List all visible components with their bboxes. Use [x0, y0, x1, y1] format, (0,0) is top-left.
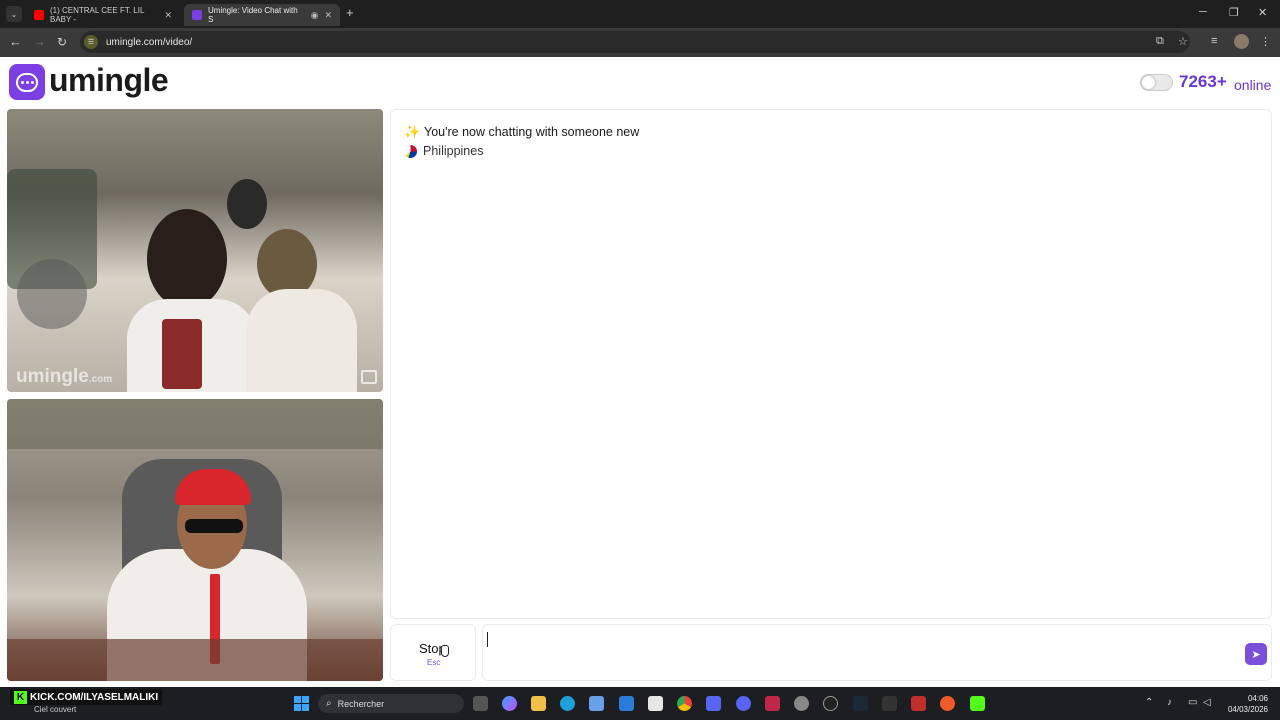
- browser-tab-bar: ⌄ (1) CENTRAL CEE FT. LIL BABY - ✕ Uming…: [0, 0, 1280, 28]
- windows-taskbar: K KICK.COM/ILYASELMALIKI Ciel couvert ⌕ …: [0, 687, 1280, 720]
- tray-chevron-icon[interactable]: ⌃: [1145, 697, 1153, 708]
- chat-status-text: You're now chatting with someone new: [424, 125, 640, 139]
- self-video: [7, 399, 383, 681]
- taskbar-clock[interactable]: 04:06 04/03/2026: [1222, 693, 1268, 715]
- search-icon: ⌕: [326, 698, 332, 709]
- discord-icon[interactable]: [736, 696, 751, 711]
- streamer-app-icon[interactable]: [911, 696, 926, 711]
- gamepad-icon[interactable]: [706, 696, 721, 711]
- restore-icon[interactable]: ❐: [1229, 6, 1239, 19]
- text-caret: [487, 632, 488, 647]
- theme-toggle[interactable]: [1140, 74, 1173, 91]
- reading-list-icon[interactable]: ≡: [1211, 35, 1217, 47]
- profile-avatar[interactable]: [1234, 34, 1249, 49]
- stream-banner: K KICK.COM/ILYASELMALIKI: [10, 689, 163, 705]
- umingle-favicon-icon: [192, 10, 202, 20]
- country-text: Philippines: [423, 144, 484, 158]
- volume-icon[interactable]: ◁: [1203, 697, 1211, 708]
- stream-banner-text: KICK.COM/ILYASELMALIKI: [30, 691, 159, 703]
- youtube-favicon-icon: [34, 10, 44, 20]
- windows-start-icon[interactable]: [294, 696, 309, 711]
- translate-icon[interactable]: ⧉: [1156, 35, 1164, 48]
- logo-text[interactable]: umingle: [49, 62, 169, 99]
- kick-logo-icon: K: [14, 690, 27, 704]
- store-icon[interactable]: [589, 696, 604, 711]
- clock-date: 04/03/2026: [1227, 705, 1268, 714]
- send-arrow-icon: ➤: [1251, 648, 1261, 661]
- video-watermark: umingle.com: [16, 366, 113, 387]
- chrome-icon[interactable]: [677, 696, 692, 711]
- minimize-icon[interactable]: ─: [1199, 6, 1207, 18]
- weather-text[interactable]: Ciel couvert: [34, 705, 76, 714]
- site-info-icon[interactable]: ☰: [84, 35, 98, 49]
- microphone-icon[interactable]: ♪: [1167, 697, 1172, 708]
- steam-icon[interactable]: [853, 696, 868, 711]
- bookmark-star-icon[interactable]: ☆: [1178, 35, 1188, 48]
- stop-button[interactable]: Stop Esc: [390, 624, 476, 681]
- chat-country-line: Philippines: [404, 144, 483, 158]
- mail-icon[interactable]: [619, 696, 634, 711]
- app-icon[interactable]: [794, 696, 809, 711]
- forward-arrow-icon[interactable]: →: [33, 34, 46, 50]
- back-arrow-icon[interactable]: ←: [9, 34, 22, 50]
- umingle-logo-icon[interactable]: [9, 64, 45, 100]
- task-view-icon[interactable]: [473, 696, 488, 711]
- recording-indicator-icon: ◉: [310, 9, 319, 20]
- philippines-flag-icon: [404, 144, 417, 158]
- network-icon[interactable]: ▭: [1188, 697, 1197, 708]
- online-label: online: [1234, 77, 1272, 93]
- reload-icon[interactable]: ↻: [57, 34, 67, 50]
- address-bar[interactable]: ☰ umingle.com/video/: [80, 31, 1190, 53]
- camera-app-icon[interactable]: [648, 696, 663, 711]
- close-tab-icon[interactable]: ✕: [164, 10, 172, 21]
- report-flag-icon[interactable]: [361, 370, 377, 384]
- chat-status-line: ✨ You're now chatting with someone new: [404, 124, 640, 140]
- send-button[interactable]: ➤: [1245, 643, 1267, 665]
- stop-shortcut-hint: Esc: [427, 658, 441, 667]
- clock-time: 04:06: [1247, 694, 1268, 703]
- close-window-icon[interactable]: ✕: [1258, 6, 1267, 19]
- online-count: 7263+: [1179, 72, 1227, 91]
- url-text: umingle.com/video/: [106, 36, 193, 48]
- tab-umingle[interactable]: Umingle: Video Chat with S ◉ ✕: [184, 4, 340, 26]
- browser-toolbar: ← → ↻ ☰ umingle.com/video/ ⧉ ☆ ≡ ⋮: [0, 28, 1280, 57]
- menu-kebab-icon[interactable]: ⋮: [1260, 35, 1271, 48]
- tab-title: (1) CENTRAL CEE FT. LIL BABY -: [50, 6, 145, 24]
- tab-title: Umingle: Video Chat with S: [208, 6, 298, 24]
- sparkle-icon: ✨: [404, 124, 421, 139]
- kick-app-icon[interactable]: [970, 696, 985, 711]
- tab-youtube[interactable]: (1) CENTRAL CEE FT. LIL BABY - ✕: [26, 4, 180, 26]
- taskbar-search[interactable]: ⌕ Rechercher: [318, 694, 464, 713]
- obs-icon[interactable]: [823, 696, 838, 711]
- stranger-video: umingle.com: [7, 109, 383, 392]
- new-tab-button[interactable]: +: [346, 6, 354, 20]
- file-explorer-icon[interactable]: [531, 696, 546, 711]
- notification-app-icon[interactable]: [940, 696, 955, 711]
- adobe-icon[interactable]: [765, 696, 780, 711]
- hand-cursor-icon: [441, 645, 449, 657]
- chat-panel: ✨ You're now chatting with someone new P…: [390, 109, 1272, 619]
- close-tab-icon[interactable]: ✕: [324, 10, 332, 21]
- message-input[interactable]: [489, 631, 1229, 675]
- search-placeholder: Rechercher: [337, 698, 385, 709]
- tab-list-button[interactable]: ⌄: [6, 6, 22, 22]
- page-content: umingle 7263+ online umingle.com ✨ You'r…: [0, 57, 1280, 687]
- edge-icon[interactable]: [560, 696, 575, 711]
- message-box: ➤: [482, 624, 1272, 681]
- copilot-icon[interactable]: [502, 696, 517, 711]
- epic-games-icon[interactable]: [882, 696, 897, 711]
